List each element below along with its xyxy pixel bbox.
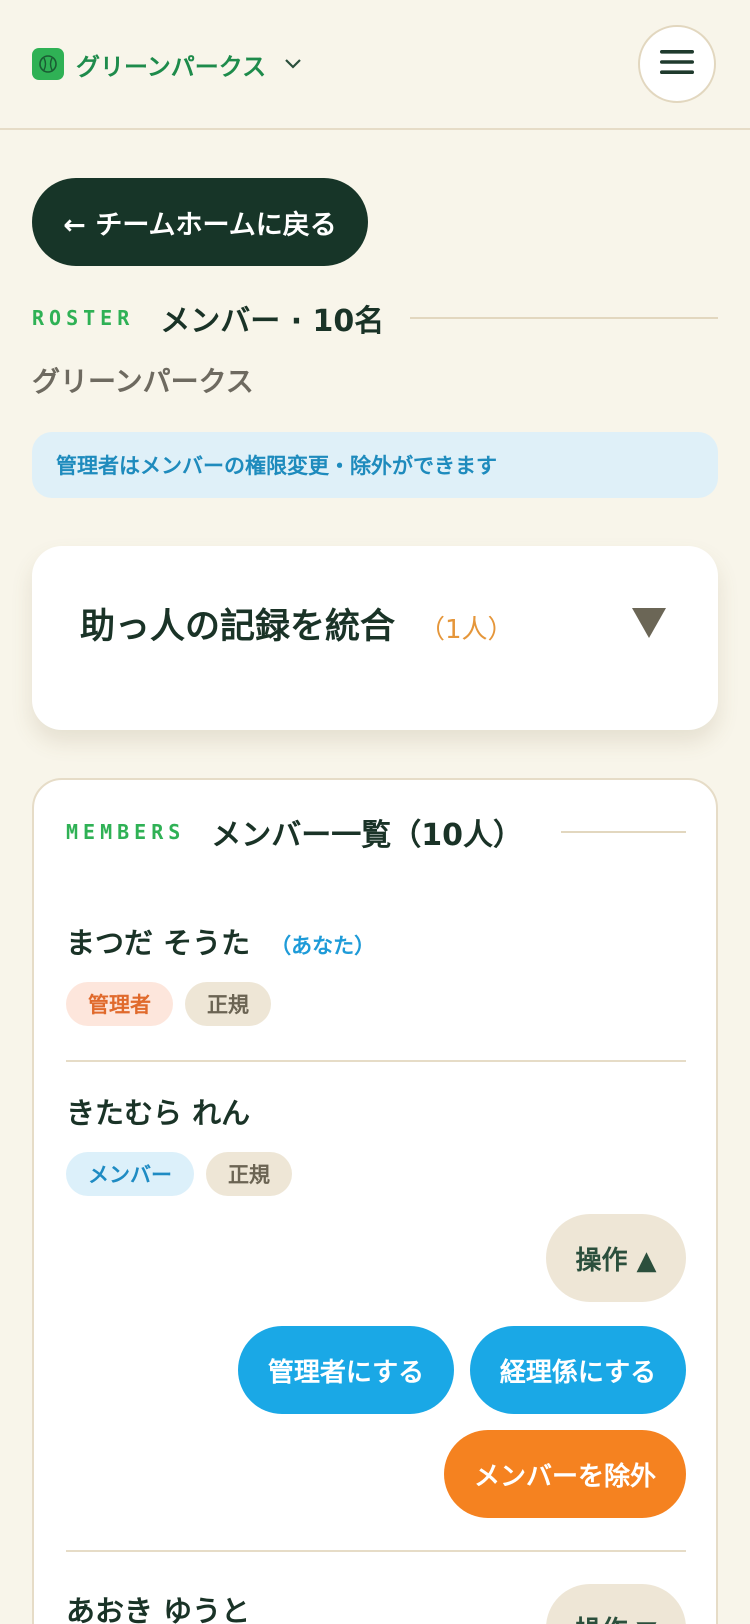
triangle-down-icon[interactable]	[632, 608, 666, 638]
top-bar: グリーンパークス	[0, 0, 750, 130]
menu-button[interactable]	[638, 25, 716, 103]
chevron-down-icon	[284, 54, 302, 75]
member-name-row: まつだ そうた （あなた）	[66, 920, 686, 962]
back-to-team-home-button[interactable]: ← チームホームに戻る	[32, 178, 368, 266]
status-badge: 正規	[206, 1152, 292, 1196]
role-badge-admin: 管理者	[66, 982, 173, 1026]
member-name: あおき ゆうと	[66, 1594, 251, 1624]
member-name: まつだ そうた	[66, 926, 251, 960]
hamburger-icon	[660, 49, 694, 79]
members-card: MEMBERS メンバー一覧（10人） まつだ そうた （あなた） 管理者 正規…	[32, 778, 718, 1624]
team-subtitle: グリーンパークス	[32, 365, 254, 398]
member-operations-button[interactable]: 操作 ▲	[546, 1214, 686, 1302]
make-admin-button[interactable]: 管理者にする	[238, 1326, 454, 1414]
remove-member-button[interactable]: メンバーを除外	[444, 1430, 686, 1518]
merge-title: 助っ人の記録を統合	[80, 607, 396, 647]
team-name: グリーンパークス	[76, 52, 267, 81]
heading-rule	[410, 317, 718, 319]
merge-count: （1人）	[419, 615, 514, 645]
member-row: きたむら れん メンバー 正規	[66, 1090, 686, 1196]
member-divider	[66, 1550, 686, 1552]
make-treasurer-button[interactable]: 経理係にする	[470, 1326, 686, 1414]
team-switcher[interactable]: グリーンパークス	[32, 48, 302, 81]
baseball-icon	[32, 48, 64, 80]
member-badges: メンバー 正規	[66, 1152, 292, 1196]
members-heading: MEMBERS メンバー一覧（10人）	[66, 810, 686, 854]
roster-eyebrow: ROSTER	[32, 306, 135, 330]
member-name-row: きたむら れん	[66, 1090, 686, 1132]
members-title: メンバー一覧（10人）	[211, 818, 524, 853]
roster-heading: ROSTER メンバー · 10名	[32, 296, 718, 340]
member-badges: 管理者 正規	[66, 982, 271, 1026]
merge-helper-records-card[interactable]: 助っ人の記録を統合 （1人）	[32, 546, 718, 730]
merge-title-row: 助っ人の記録を統合 （1人）	[80, 598, 514, 649]
member-divider	[66, 1060, 686, 1062]
member-operations-button[interactable]: 操作 ▼	[546, 1584, 686, 1624]
page-title: メンバー · 10名	[160, 304, 385, 339]
you-tag: （あなた）	[270, 934, 376, 958]
role-badge-member: メンバー	[66, 1152, 194, 1196]
admin-notice: 管理者はメンバーの権限変更・除外ができます	[32, 432, 718, 498]
member-row: まつだ そうた （あなた） 管理者 正規	[66, 920, 686, 1026]
member-name: きたむら れん	[66, 1096, 251, 1130]
status-badge: 正規	[185, 982, 271, 1026]
members-heading-rule	[561, 831, 686, 833]
members-eyebrow: MEMBERS	[66, 820, 186, 844]
